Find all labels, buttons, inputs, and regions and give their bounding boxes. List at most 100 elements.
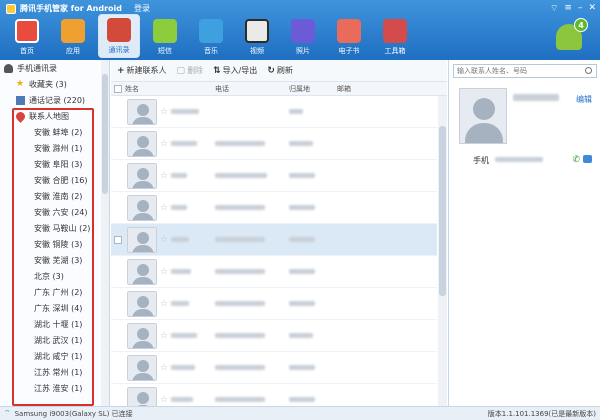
sidebar-region-item[interactable]: 安徽 合肥 (16) <box>0 172 109 188</box>
import-export-button[interactable]: ⇅ 导入/导出 <box>213 65 257 76</box>
new-contact-button[interactable]: + 新建联系人 <box>117 65 167 76</box>
sidebar-region-item[interactable]: 安徽 阜阳 (3) <box>0 156 109 172</box>
contact-location <box>289 397 315 402</box>
tab-sms[interactable]: 短信 <box>144 14 186 58</box>
app-title: 腾讯手机管家 for Android 登录 <box>6 3 150 14</box>
contact-name <box>171 269 191 274</box>
tab-music[interactable]: 音乐 <box>190 14 232 58</box>
sidebar-call-log[interactable]: 通话记录 (220) <box>0 92 109 108</box>
call-icon[interactable]: ✆ <box>572 155 580 165</box>
contacts-sidebar: 手机通讯录 ★ 收藏夹 (3) 通话记录 (220) 联系人地图 安徽 蚌埠 (2… <box>0 60 110 406</box>
contact-location <box>289 109 303 114</box>
sidebar-region-item[interactable]: 北京 (3) <box>0 268 109 284</box>
tab-photo[interactable]: 照片 <box>282 14 324 58</box>
favorite-star-icon[interactable]: ☆ <box>157 203 171 213</box>
contact-name <box>171 397 193 402</box>
login-link[interactable]: 登录 <box>134 3 150 14</box>
table-row[interactable]: ☆ <box>111 352 437 384</box>
column-email[interactable]: 邮箱 <box>337 84 427 94</box>
sidebar-region-item[interactable]: 安徽 芜湖 (3) <box>0 252 109 268</box>
tab-home[interactable]: 首页 <box>6 14 48 58</box>
favorite-star-icon[interactable]: ☆ <box>157 235 171 245</box>
favorite-star-icon[interactable]: ☆ <box>157 267 171 277</box>
sidebar-region-item[interactable]: 安徽 六安 (24) <box>0 204 109 220</box>
tab-contacts[interactable]: 通讯录 <box>98 14 140 58</box>
sidebar-region-item[interactable]: 安徽 蚌埠 (2) <box>0 124 109 140</box>
avatar <box>127 194 157 221</box>
table-row[interactable]: ☆ <box>111 224 437 256</box>
table-row[interactable]: ☆ <box>111 128 437 160</box>
sidebar-region-item[interactable]: 湖北 武汉 (1) <box>0 332 109 348</box>
table-row[interactable]: ☆ <box>111 384 437 406</box>
contact-location <box>289 365 315 370</box>
sidebar-scrollbar[interactable] <box>101 60 109 406</box>
column-name[interactable]: 姓名 <box>125 84 215 94</box>
call-log-icon <box>16 95 25 105</box>
wifi-icon[interactable]: ⌔ <box>550 3 558 14</box>
sidebar-region-item[interactable]: 安徽 滁州 (1) <box>0 140 109 156</box>
favorite-star-icon[interactable]: ☆ <box>157 139 171 149</box>
favorite-star-icon[interactable]: ☆ <box>157 395 171 405</box>
tab-ebook[interactable]: 电子书 <box>328 14 370 58</box>
person-icon <box>4 63 13 73</box>
contact-name <box>171 237 189 242</box>
favorite-star-icon[interactable]: ☆ <box>157 171 171 181</box>
tab-toolbox[interactable]: 工具箱 <box>374 14 416 58</box>
sidebar-region-item[interactable]: 湖北 咸宁 (1) <box>0 348 109 364</box>
table-row[interactable]: ☆ <box>111 256 437 288</box>
sidebar-contact-map[interactable]: 联系人地图 <box>0 108 109 124</box>
favorite-star-icon[interactable]: ☆ <box>157 107 171 117</box>
select-all-checkbox[interactable] <box>114 84 122 93</box>
table-row[interactable]: ☆ <box>111 320 437 352</box>
sidebar-region-item[interactable]: 安徽 铜陵 (3) <box>0 236 109 252</box>
contact-name <box>171 173 187 178</box>
column-phone[interactable]: 电话 <box>215 84 289 94</box>
contact-location <box>289 141 313 146</box>
minimize-icon[interactable]: – <box>578 3 583 14</box>
favorite-star-icon[interactable]: ☆ <box>157 331 171 341</box>
search-icon[interactable] <box>585 67 592 74</box>
contact-table-header: 姓名 电话 归属地 邮箱 <box>111 82 447 96</box>
contact-phone <box>215 141 265 146</box>
table-row[interactable]: ☆ <box>111 288 437 320</box>
contact-location <box>289 205 315 210</box>
sidebar-region-item[interactable]: 广东 广州 (2) <box>0 284 109 300</box>
tab-video[interactable]: 视频 <box>236 14 278 58</box>
contact-location <box>289 301 315 306</box>
sidebar-region-item[interactable]: 安徽 马鞍山 (2) <box>0 220 109 236</box>
contact-photo <box>459 88 507 144</box>
table-row[interactable]: ☆ <box>111 160 437 192</box>
menu-icon[interactable]: ≡ <box>564 3 572 14</box>
sidebar-region-item[interactable]: 江苏 常州 (1) <box>0 364 109 380</box>
refresh-button[interactable]: ↻ 刷新 <box>267 65 293 76</box>
table-row[interactable]: ☆ <box>111 96 437 128</box>
favorite-star-icon[interactable]: ☆ <box>157 363 171 373</box>
favorite-star-icon[interactable]: ☆ <box>157 299 171 309</box>
contact-detail-phone <box>495 157 543 162</box>
close-icon[interactable]: ✕ <box>588 3 596 14</box>
sidebar-phone-contacts[interactable]: 手机通讯录 <box>0 60 109 76</box>
sidebar-scroll-thumb[interactable] <box>102 74 108 194</box>
contact-search-input[interactable] <box>453 64 597 78</box>
map-pin-icon <box>14 109 27 123</box>
message-icon[interactable] <box>583 155 592 163</box>
row-checkbox[interactable] <box>114 235 122 244</box>
column-location[interactable]: 归属地 <box>289 84 337 94</box>
sidebar-favorites[interactable]: ★ 收藏夹 (3) <box>0 76 109 92</box>
contact-list-scrollbar[interactable] <box>438 96 447 406</box>
sidebar-region-item[interactable]: 广东 深圳 (4) <box>0 300 109 316</box>
contact-phone <box>215 301 265 306</box>
sidebar-region-item[interactable]: 江苏 淮安 (1) <box>0 380 109 396</box>
avatar <box>127 290 157 317</box>
contact-name <box>171 141 197 146</box>
connection-icon: ⌔ <box>4 409 11 417</box>
sidebar-region-item[interactable]: 安徽 淮南 (2) <box>0 188 109 204</box>
sidebar-region-item[interactable]: 湖北 十堰 (1) <box>0 316 109 332</box>
sms-icon <box>153 19 177 43</box>
table-row[interactable]: ☆ <box>111 192 437 224</box>
tab-apps[interactable]: 应用 <box>52 14 94 58</box>
contact-list-scroll-thumb[interactable] <box>439 126 446 296</box>
delete-button[interactable]: ▢ 删除 <box>177 65 204 76</box>
edit-contact-link[interactable]: 编辑 <box>576 94 592 105</box>
main-tabs: 首页 应用 通讯录 短信 音乐 视频 照片 电子书 工具箱 <box>6 14 416 58</box>
